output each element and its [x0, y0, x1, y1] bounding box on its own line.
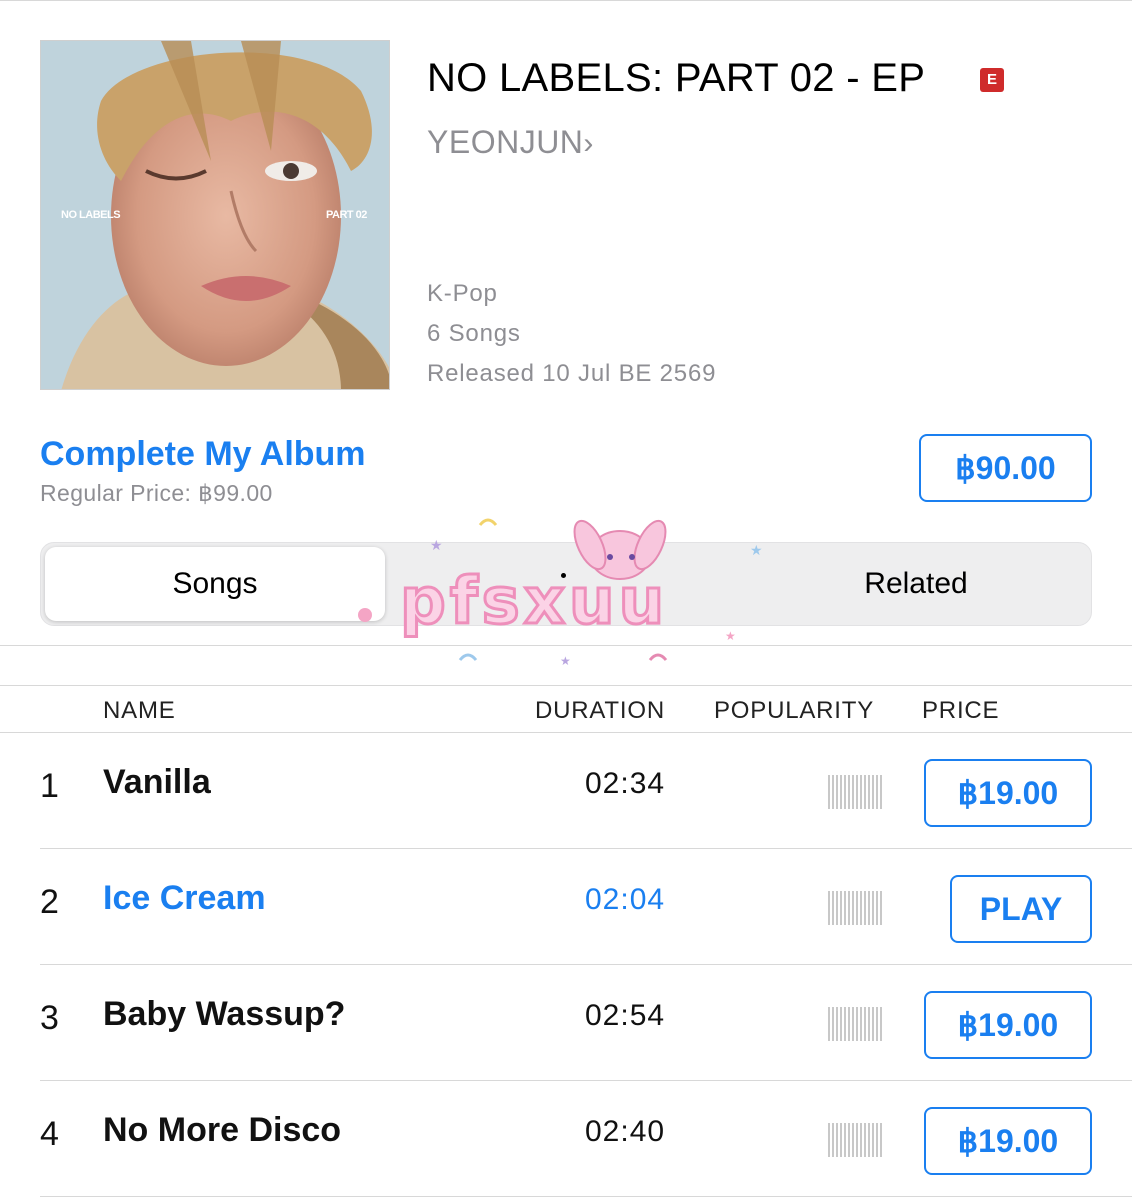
album-art-caption-left: NO LABELS [61, 209, 121, 221]
regular-price: Regular Price: ฿99.00 [40, 480, 273, 506]
album-artwork[interactable]: NO LABELS PART 02 [40, 40, 390, 390]
buy-track-button[interactable]: ฿19.00 [924, 759, 1092, 827]
buy-track-button[interactable]: ฿19.00 [924, 1107, 1092, 1175]
track-duration: 02:34 [585, 767, 666, 800]
popularity-bars [828, 775, 884, 809]
header-name[interactable]: NAME [103, 697, 176, 725]
svg-text:★: ★ [750, 543, 763, 559]
svg-text:★: ★ [430, 538, 443, 554]
bunny-sticker-watermark: pfsxuu ★ ★ ★ ★ [340, 505, 800, 680]
album-release-date: Released 10 Jul BE 2569 [427, 360, 717, 387]
track-name: No More Disco [103, 1111, 342, 1149]
track-number: 3 [40, 999, 59, 1037]
sticker-text: pfsxuu [400, 565, 668, 639]
album-genre: K-Pop [427, 280, 498, 307]
chevron-right-icon: › [583, 127, 594, 160]
buy-track-button[interactable]: ฿19.00 [924, 991, 1092, 1059]
header-duration[interactable]: DURATION [535, 697, 665, 725]
top-divider [0, 0, 1132, 1]
album-art-caption-right: PART 02 [326, 209, 367, 221]
track-number: 4 [40, 1115, 59, 1153]
popularity-bars [828, 1123, 884, 1157]
track-duration: 02:04 [585, 883, 666, 916]
album-title: NO LABELS: PART 02 - EP [427, 56, 926, 100]
table-top-divider [0, 685, 1132, 686]
track-number: 2 [40, 883, 59, 921]
row-divider [40, 1196, 1132, 1197]
track-row[interactable]: 2 Ice Cream 02:04 PLAY [0, 849, 1132, 965]
track-duration: 02:40 [585, 1115, 666, 1148]
track-number: 1 [40, 767, 59, 805]
popularity-bars [828, 1007, 884, 1041]
explicit-badge: E [980, 68, 1004, 92]
track-name: Baby Wassup? [103, 995, 346, 1033]
svg-text:★: ★ [560, 654, 571, 668]
play-track-button[interactable]: PLAY [950, 875, 1092, 943]
track-row[interactable]: 3 Baby Wassup? 02:54 ฿19.00 [0, 965, 1132, 1081]
track-row[interactable]: 4 No More Disco 02:40 ฿19.00 [0, 1081, 1132, 1197]
artist-name: YEONJUN [427, 124, 584, 160]
section-divider [0, 645, 1132, 646]
track-name: Ice Cream [103, 879, 266, 917]
album-song-count: 6 Songs [427, 320, 521, 347]
track-name: Vanilla [103, 763, 211, 801]
header-popularity[interactable]: POPULARITY [714, 697, 874, 725]
complete-my-album-title: Complete My Album [40, 435, 366, 473]
popularity-bars [828, 891, 884, 925]
buy-album-button[interactable]: ฿90.00 [919, 434, 1092, 502]
artist-link[interactable]: YEONJUN› [427, 124, 594, 161]
header-price[interactable]: PRICE [922, 697, 999, 725]
tab-songs[interactable]: Songs [45, 547, 385, 621]
track-row[interactable]: 1 Vanilla 02:34 ฿19.00 [0, 733, 1132, 849]
track-duration: 02:54 [585, 999, 666, 1032]
svg-text:★: ★ [725, 629, 736, 643]
